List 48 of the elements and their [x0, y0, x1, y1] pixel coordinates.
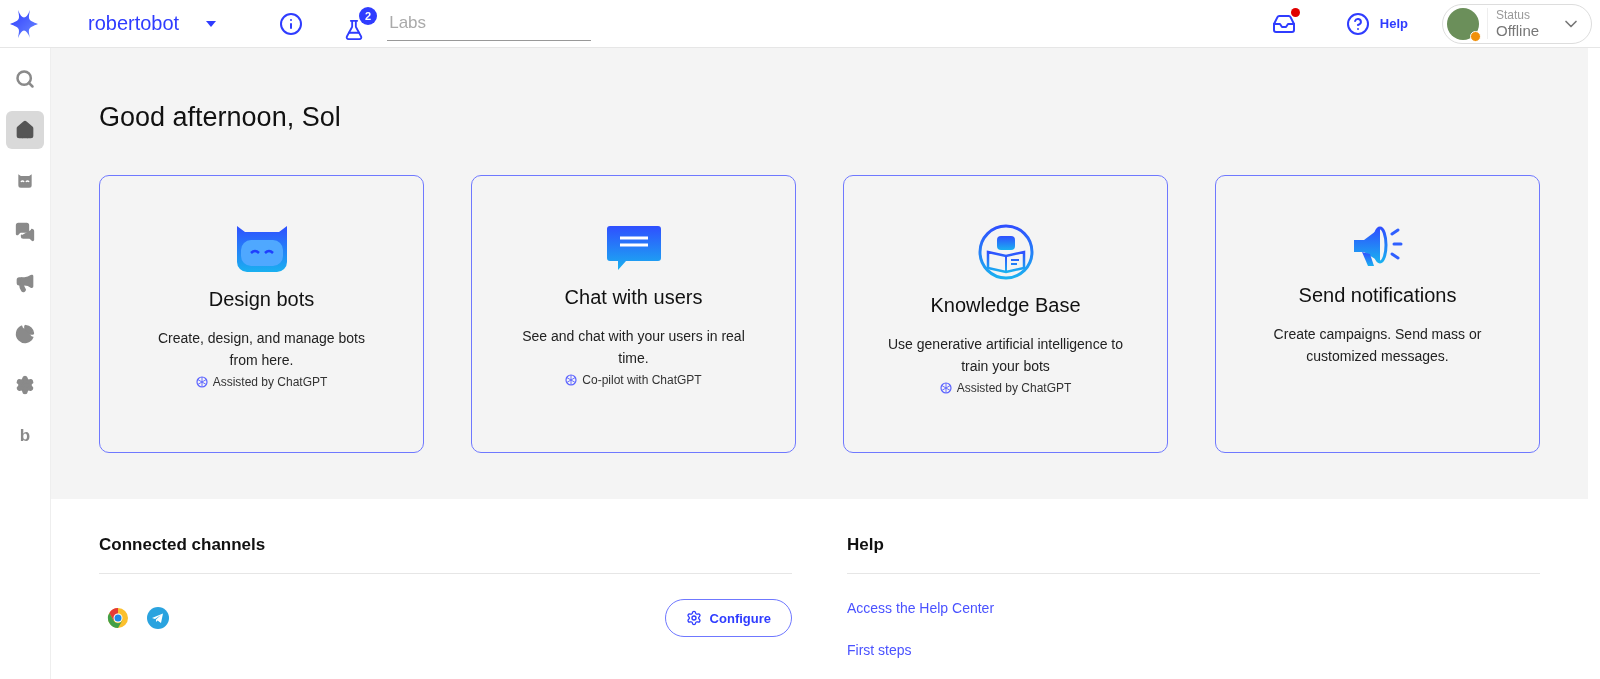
- card-description: Create, design, and manage bots from here.: [157, 329, 366, 370]
- help-link[interactable]: First steps: [847, 642, 912, 658]
- labs-field[interactable]: Labs: [387, 6, 592, 41]
- robot-icon: [15, 171, 35, 191]
- megaphone-icon: [15, 273, 35, 293]
- card-description: See and chat with your users in real time.: [521, 327, 746, 368]
- section-title: Help: [847, 535, 1540, 574]
- greeting-heading: Good afternoon, Sol: [99, 102, 342, 133]
- bot-selector[interactable]: robertobot: [88, 12, 180, 35]
- help-link[interactable]: Access the Help Center: [847, 600, 995, 616]
- browser-logo-icon: [107, 607, 129, 629]
- search-icon: [15, 69, 35, 89]
- status-selector[interactable]: Status Offline: [1442, 3, 1592, 44]
- sidebar-icon-button[interactable]: [6, 111, 44, 149]
- chat-bubble-icon: [605, 224, 662, 272]
- robot-reading-book-icon: [977, 224, 1034, 280]
- card-description: Use generative artificial intelligence to train your bots: [887, 335, 1124, 376]
- card-note: Co-pilot with ChatGPT: [582, 373, 702, 387]
- help-button[interactable]: Help: [1339, 10, 1414, 37]
- status-dot: [1470, 30, 1481, 42]
- card-title: Knowledge Base: [930, 294, 1081, 317]
- pie-chart-icon: [15, 324, 35, 344]
- status-value: Offline: [1496, 22, 1540, 39]
- card-title: Chat with users: [564, 286, 703, 309]
- home-icon: [15, 120, 35, 140]
- feature-card[interactable]: Knowledge Base Use generative artificial intelligence to train your bots Assisted by ChatGPT: [843, 175, 1168, 453]
- caret-icon[interactable]: [205, 19, 218, 28]
- settings-icon: [15, 375, 35, 395]
- gear-icon: [685, 610, 702, 626]
- feature-card[interactable]: Send notifications Create campaigns. Send mass or customized messages.: [1215, 175, 1540, 453]
- labs-button[interactable]: 2: [343, 6, 378, 41]
- paper-plane-logo-icon: [147, 607, 169, 629]
- status-label: Status: [1496, 8, 1531, 22]
- help-icon: [1345, 11, 1370, 36]
- info-button[interactable]: [279, 11, 304, 36]
- info-icon: [279, 11, 304, 36]
- section-title: Connected channels: [99, 535, 792, 574]
- sidebar-item[interactable]: b: [6, 417, 44, 455]
- card-description: Create campaigns. Send mass or customized messages.: [1272, 325, 1483, 366]
- card-title: Send notifications: [1298, 284, 1457, 307]
- card-note: Assisted by ChatGPT: [212, 375, 328, 389]
- feature-card[interactable]: Chat with users See and chat with your users in real time. Co-pilot with ChatGPT: [471, 175, 796, 453]
- count-badge: 2: [359, 6, 378, 25]
- card-note: Assisted by ChatGPT: [956, 381, 1072, 395]
- card-title: Design bots: [208, 288, 315, 311]
- chat-bubbles-icon: [15, 222, 35, 242]
- feature-card[interactable]: Design bots Create, design, and manage bots from here. Assisted by ChatGPT: [99, 175, 424, 453]
- configure-button[interactable]: Configure: [664, 599, 792, 637]
